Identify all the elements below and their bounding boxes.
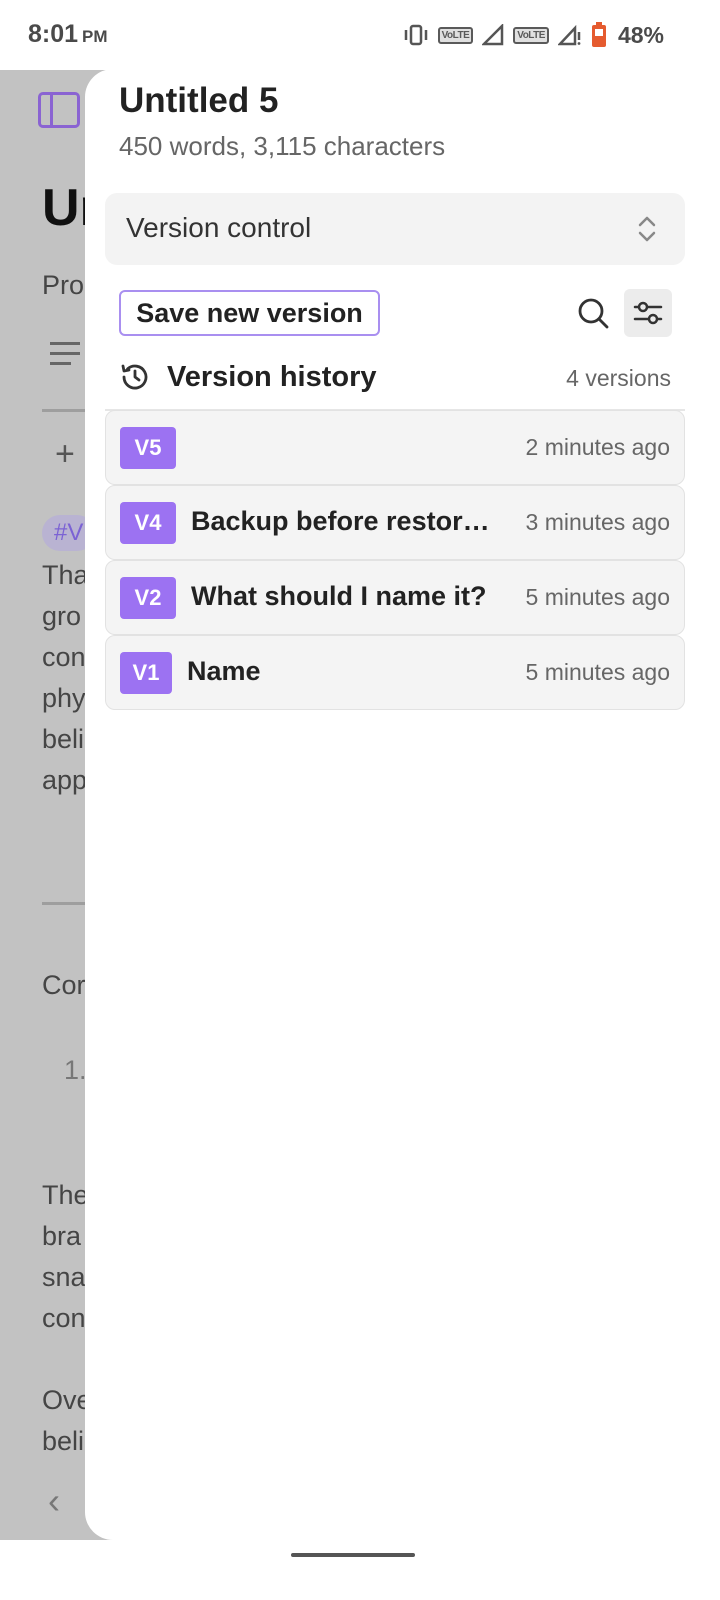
version-badge: V1 (120, 652, 172, 694)
sliders-icon (633, 301, 663, 325)
background-line: bra (42, 1221, 82, 1251)
status-bar: 8:01 PM VoLTE VoLTE 48% (0, 0, 720, 70)
background-line: Pro (42, 270, 85, 300)
volte-badge-2: VoLTE (513, 26, 549, 44)
version-badge: V4 (120, 502, 176, 544)
background-line: con (42, 642, 86, 672)
vibrate-icon (404, 24, 427, 46)
volte-badge: VoLTE (437, 26, 474, 44)
version-row-v5[interactable]: V5 2 minutes ago (105, 410, 685, 485)
history-icon (121, 364, 148, 390)
menu-lines-icon[interactable] (50, 342, 80, 372)
gesture-nav-handle[interactable] (291, 1553, 415, 1557)
version-drawer: Untitled 5 450 words, 3,115 characters V… (85, 69, 720, 1540)
version-history-header: Version history 4 versions (119, 357, 671, 401)
version-list: V5 2 minutes ago V4 Backup before restor… (105, 410, 685, 710)
save-new-version-button[interactable]: Save new version (119, 290, 380, 336)
version-history-title: Version history (167, 361, 377, 393)
plus-icon[interactable]: + (55, 435, 75, 474)
background-line: con (42, 1303, 86, 1333)
version-name: Backup before restoring (191, 506, 496, 536)
version-row-v1[interactable]: V1 Name 5 minutes ago (105, 635, 685, 710)
background-line: beli (42, 1426, 85, 1456)
background-line: Cor (42, 970, 86, 1000)
background-list-number: 1. (64, 1055, 87, 1085)
sidebar-toggle-icon[interactable] (38, 92, 80, 128)
status-icons: VoLTE VoLTE 48% (403, 20, 664, 50)
filter-button[interactable] (624, 289, 672, 337)
version-row-v4[interactable]: V4 Backup before restoring 3 minutes ago (105, 485, 685, 560)
version-name: Name (187, 656, 261, 686)
battery-icon (591, 22, 606, 47)
version-time: 5 minutes ago (525, 584, 670, 610)
background-line: beli (42, 724, 85, 754)
signal-icon (482, 24, 504, 46)
version-name: What should I name it? (191, 581, 487, 611)
background-line: phy (42, 683, 86, 713)
mode-select-value: Version control (126, 212, 312, 243)
mode-select[interactable]: Version control (105, 193, 685, 265)
background-line: app (42, 765, 88, 795)
background-line: sna (42, 1262, 86, 1292)
battery-percent: 48% (617, 21, 664, 48)
chevron-up-down-icon (638, 216, 656, 242)
background-line: gro (42, 601, 82, 631)
search-icon (578, 298, 609, 329)
back-chevron-icon[interactable]: ‹ (48, 1480, 60, 1522)
version-time: 5 minutes ago (525, 659, 670, 685)
signal-no-service-icon (557, 24, 581, 46)
background-line: The (42, 1180, 89, 1210)
status-time: 8:01 PM (28, 20, 108, 48)
document-stats: 450 words, 3,115 characters (119, 131, 446, 161)
background-line: Tha (42, 560, 89, 590)
document-title: Untitled 5 (119, 81, 279, 120)
version-row-v2[interactable]: V2 What should I name it? 5 minutes ago (105, 560, 685, 635)
version-time: 3 minutes ago (525, 509, 670, 535)
version-badge: V2 (120, 577, 176, 619)
search-button[interactable] (573, 291, 613, 335)
version-time: 2 minutes ago (525, 434, 670, 460)
version-count: 4 versions (566, 365, 671, 391)
version-badge: V5 (120, 427, 176, 469)
